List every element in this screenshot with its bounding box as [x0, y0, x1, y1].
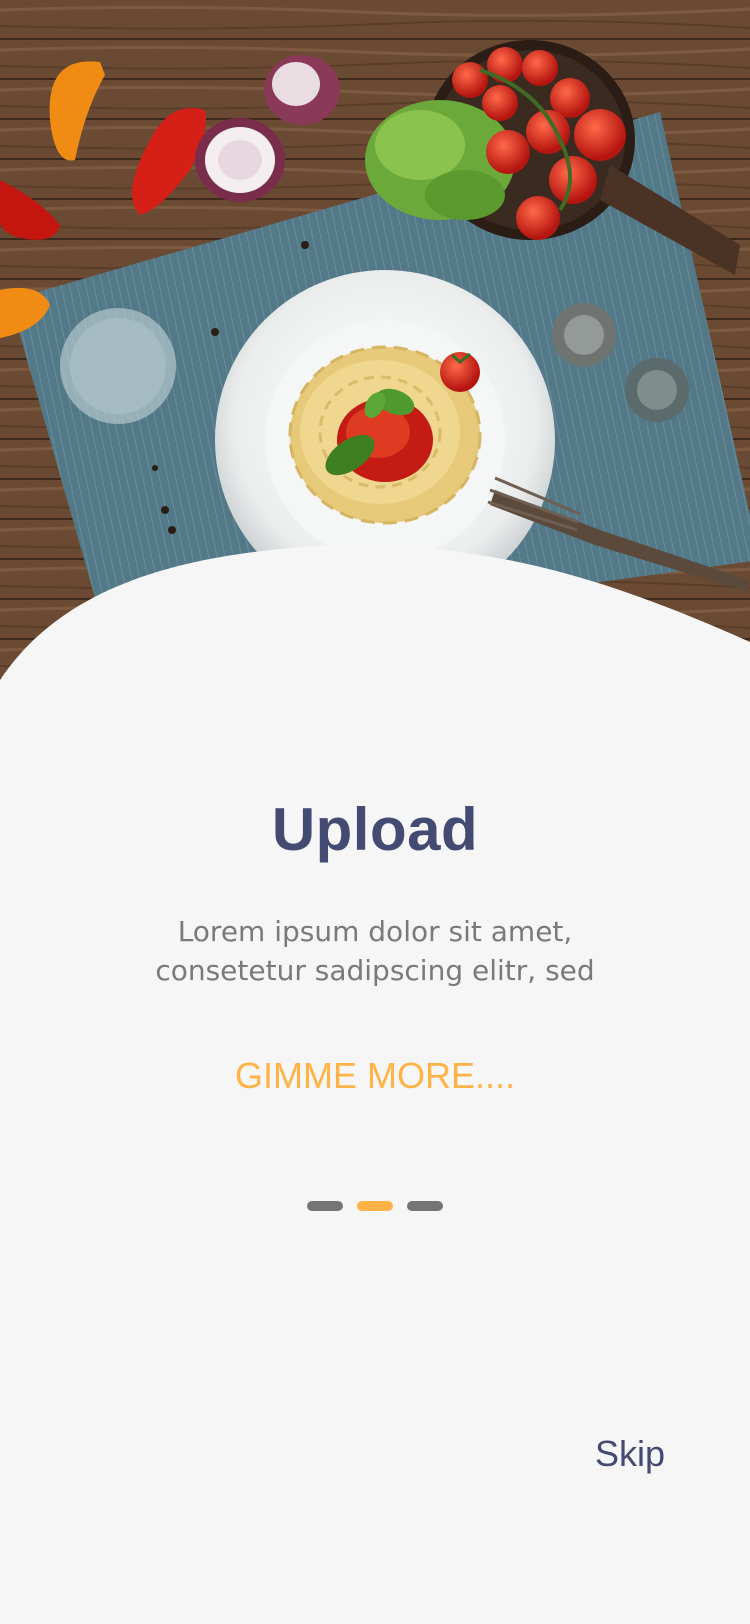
description-line-2: consetetur sadipscing elitr, sed	[155, 954, 595, 987]
description-line-1: Lorem ipsum dolor sit amet,	[177, 915, 573, 948]
page-indicator	[0, 1201, 750, 1211]
onboarding-title: Upload	[271, 796, 479, 863]
page-dot-3[interactable]	[407, 1201, 443, 1211]
onboarding-description: Lorem ipsum dolor sit amet, consetetur s…	[0, 912, 750, 990]
hero-image	[0, 0, 750, 700]
skip-button[interactable]: Skip	[570, 1433, 690, 1475]
page-dot-2-active[interactable]	[357, 1201, 393, 1211]
gimme-more-button[interactable]: GIMME MORE....	[0, 1055, 750, 1097]
pasta-photo-illustration	[0, 0, 750, 700]
page-dot-1[interactable]	[307, 1201, 343, 1211]
